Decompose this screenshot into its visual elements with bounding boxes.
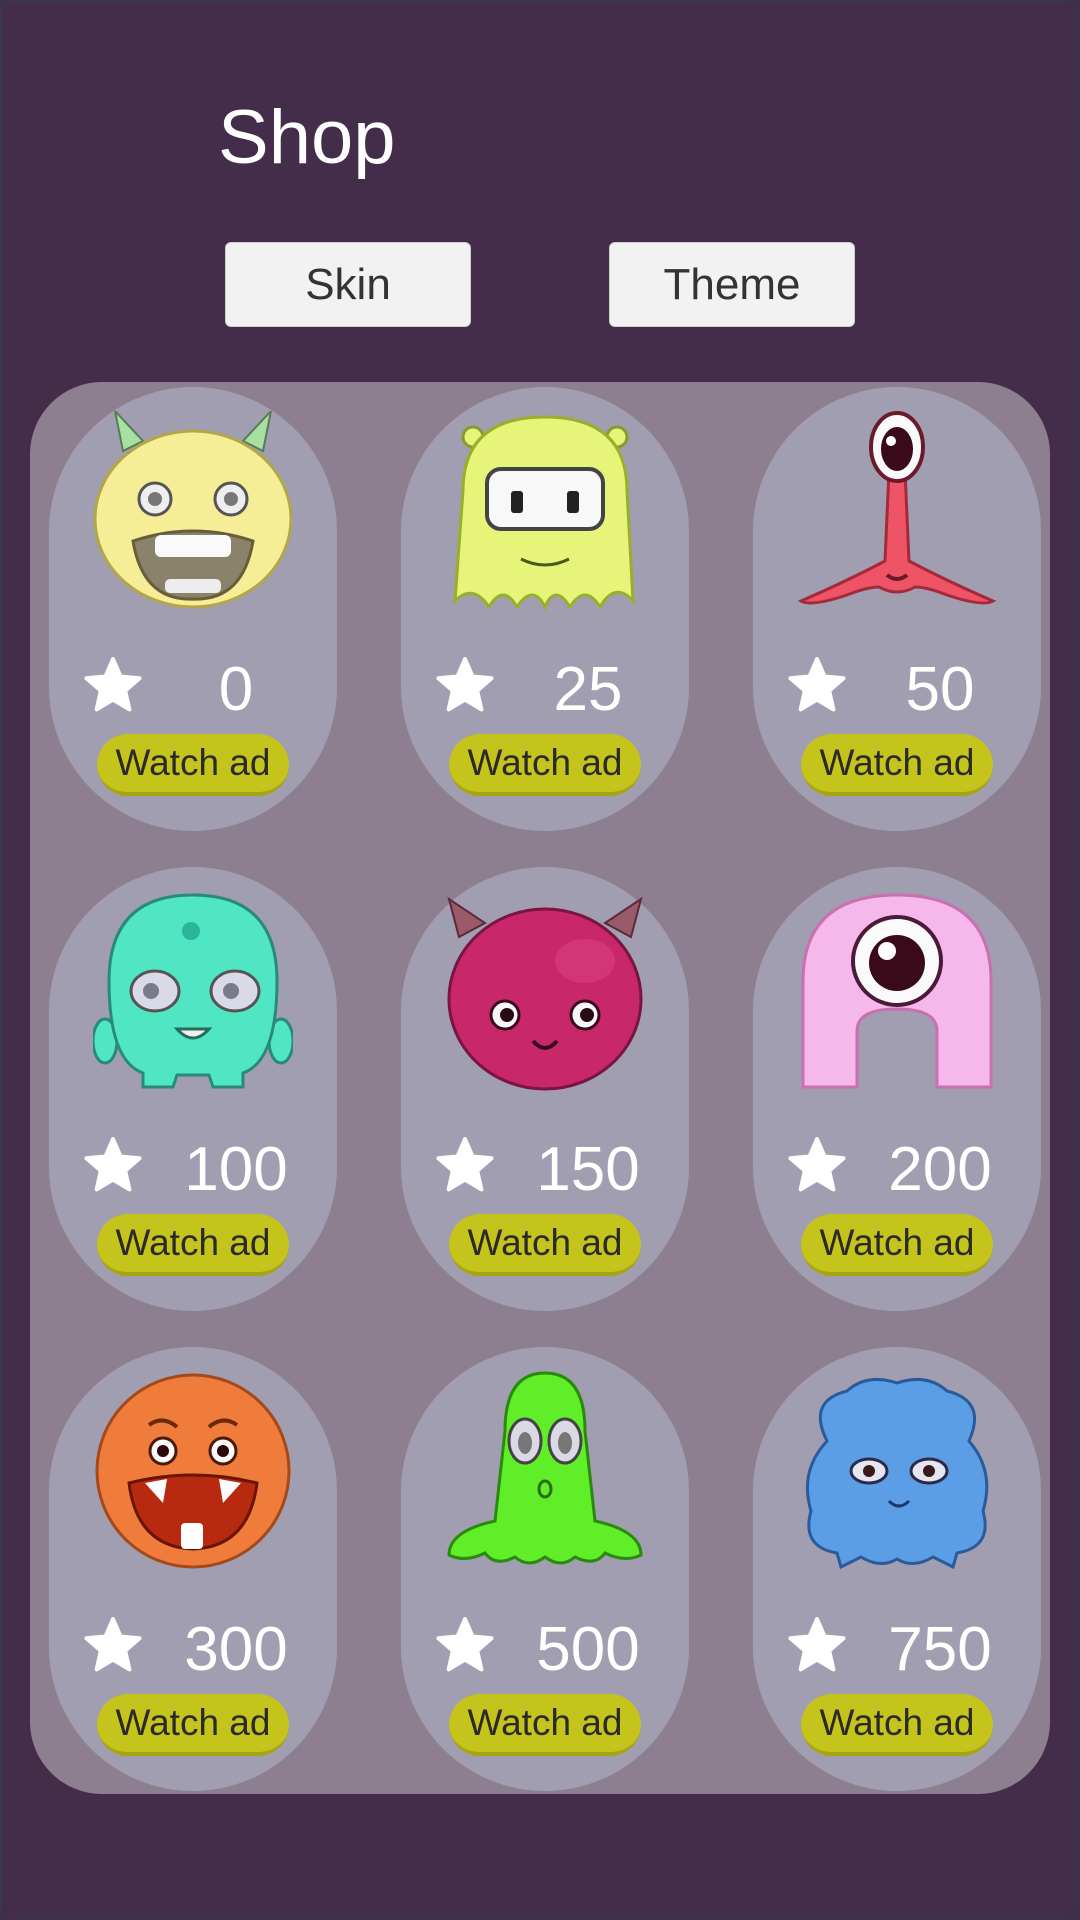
watch-ad-button[interactable]: Watch ad [97, 1694, 289, 1756]
star-icon [83, 655, 143, 715]
tab-skin[interactable]: Skin [225, 242, 471, 327]
red-eyestalk-monster-icon [797, 411, 997, 611]
item-price: 25 [553, 655, 623, 724]
watch-ad-button[interactable]: Watch ad [449, 1214, 641, 1276]
pink-cyclops-monster-icon [797, 891, 997, 1091]
shop-item-card[interactable]: 750 Watch ad [753, 1347, 1041, 1791]
shop-item-card[interactable]: 100 Watch ad [49, 867, 337, 1311]
page-title: Shop [218, 95, 396, 180]
item-price: 100 [184, 1135, 288, 1204]
star-icon [83, 1135, 143, 1195]
shop-item-card[interactable]: 50 Watch ad [753, 387, 1041, 831]
shop-item-card[interactable]: 200 Watch ad [753, 867, 1041, 1311]
star-icon [787, 655, 847, 715]
magenta-ball-monster-icon [445, 891, 645, 1091]
item-price: 750 [888, 1615, 992, 1684]
shop-item-card[interactable]: 150 Watch ad [401, 867, 689, 1311]
teal-blob-monster-icon [93, 891, 293, 1091]
item-price: 50 [905, 655, 975, 724]
yellow-horned-monster-icon [93, 411, 293, 611]
item-price: 0 [218, 655, 254, 724]
star-icon [787, 1135, 847, 1195]
orange-ball-monster-icon [93, 1371, 293, 1571]
item-price: 500 [536, 1615, 640, 1684]
watch-ad-button[interactable]: Watch ad [801, 1694, 993, 1756]
watch-ad-button[interactable]: Watch ad [801, 734, 993, 796]
item-price: 150 [536, 1135, 640, 1204]
shop-item-card[interactable]: 500 Watch ad [401, 1347, 689, 1791]
shop-item-card[interactable]: 300 Watch ad [49, 1347, 337, 1791]
watch-ad-button[interactable]: Watch ad [449, 1694, 641, 1756]
item-price: 200 [888, 1135, 992, 1204]
star-icon [435, 655, 495, 715]
shop-item-card[interactable]: 0 Watch ad [49, 387, 337, 831]
star-icon [787, 1615, 847, 1675]
watch-ad-button[interactable]: Watch ad [449, 734, 641, 796]
watch-ad-button[interactable]: Watch ad [801, 1214, 993, 1276]
green-slime-monster-icon [445, 1371, 645, 1571]
shop-items-panel: 0 Watch ad 25 Watch ad 50 Watch ad 100 W… [30, 382, 1050, 1794]
watch-ad-button[interactable]: Watch ad [97, 734, 289, 796]
item-price: 300 [184, 1615, 288, 1684]
blue-cloud-monster-icon [797, 1371, 997, 1571]
tab-theme[interactable]: Theme [609, 242, 855, 327]
star-icon [83, 1615, 143, 1675]
shop-item-card[interactable]: 25 Watch ad [401, 387, 689, 831]
star-icon [435, 1615, 495, 1675]
watch-ad-button[interactable]: Watch ad [97, 1214, 289, 1276]
star-icon [435, 1135, 495, 1195]
lime-ghost-monster-icon [445, 411, 645, 611]
